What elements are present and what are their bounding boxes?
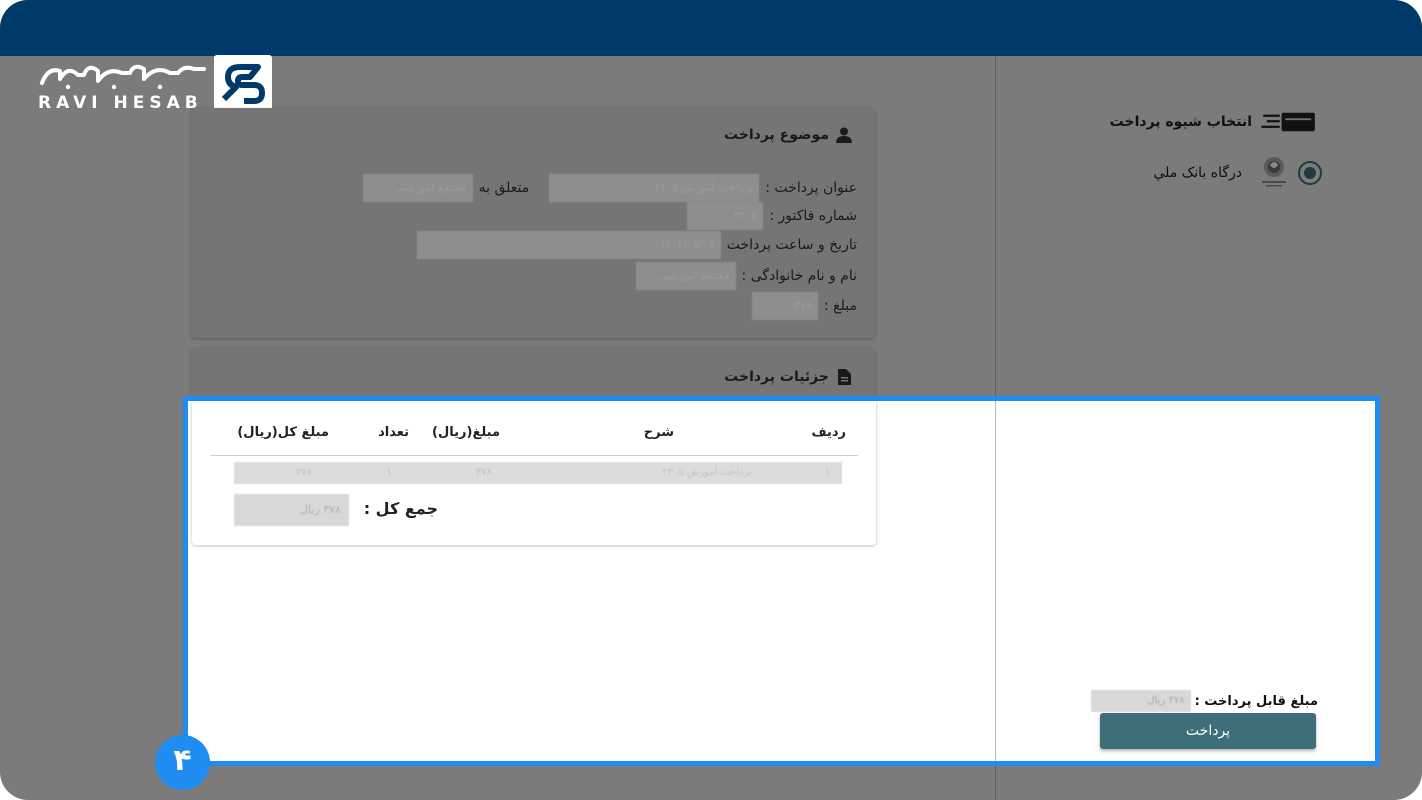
table-row: ۱ پرداخت آموزش ۲۴۰۵ ۳۷۸ ۱ ۳۷۸ [234, 462, 842, 484]
user-icon [836, 127, 852, 143]
subject-owner-value: مجتمع آموزشی [362, 174, 473, 202]
col-header-desc: شرح [643, 425, 674, 440]
app-frame: RAVI HESAB موضوع پرداخت عنوان پرداخت : پ… [0, 0, 1422, 800]
radio-selected-dot [1304, 167, 1316, 179]
payment-method-radio[interactable] [1298, 161, 1322, 185]
grand-total-value: ۳۷۸ ریال [234, 494, 349, 526]
payment-subject-card: موضوع پرداخت عنوان پرداخت : پرداخت آموزش… [191, 108, 875, 338]
payment-details-title: جزئیات پرداخت [724, 368, 853, 386]
col-header-row: ردیف [811, 425, 846, 440]
logo-mark-icon [214, 55, 272, 113]
payable-amount: مبلغ قابل پرداخت : ۳۷۸ ریال [1088, 690, 1318, 712]
col-header-total: مبلغ کل(ریال) [237, 425, 329, 440]
step-number-badge: ۴ [155, 735, 210, 790]
payable-amount-label: مبلغ قابل پرداخت : [1194, 693, 1318, 709]
bank-melli-logo-icon [1262, 157, 1286, 187]
brand-logo: RAVI HESAB [36, 55, 272, 115]
subject-row-title: عنوان پرداخت : پرداخت آموزش ۲۴۰۵ متعلق ب… [362, 174, 857, 202]
payment-method-title: انتخاب شیوه پرداخت [1106, 108, 1318, 136]
table-header-divider [210, 455, 858, 456]
subject-row-amount: مبلغ : ۳۷۸ [752, 292, 857, 320]
pay-button[interactable]: پرداخت [1100, 713, 1316, 749]
subject-row-datetime: تاریخ و ساعت پرداخت ۱۴۰۳/۰۵/۰۸ [416, 231, 857, 259]
col-header-qty: تعداد [378, 425, 409, 440]
payment-subject-title: موضوع پرداخت [724, 126, 853, 144]
invoice-number-value: ۲۴۰۵ [687, 202, 764, 230]
payable-amount-value: ۳۷۸ ریال [1090, 690, 1191, 712]
highlight-divider [995, 401, 996, 761]
payment-method-label: درگاه بانک ملي [1153, 165, 1242, 181]
top-bar [0, 0, 1422, 56]
amount-value: ۳۷۸ [752, 292, 819, 320]
subject-row-name: نام و نام خانوادگی : مجتمع آموزشی [635, 262, 857, 290]
payment-details-table-card: ردیف شرح مبلغ(ریال) تعداد مبلغ کل(ریال) … [192, 401, 876, 545]
document-icon [838, 369, 851, 385]
logo-persian-wordmark [40, 64, 206, 90]
card-speed-icon [1261, 112, 1315, 132]
subject-row-invoice: شماره فاکتور : ۲۴۰۵ [687, 202, 857, 230]
col-header-amount: مبلغ(ریال) [432, 425, 500, 440]
subject-title-value: پرداخت آموزش ۲۴۰۵ [549, 174, 760, 202]
datetime-value: ۱۴۰۳/۰۵/۰۸ [416, 231, 721, 259]
full-name-value: مجتمع آموزشی [635, 262, 736, 290]
logo-english-wordmark: RAVI HESAB [38, 93, 203, 113]
grand-total-label: جمع کل : [363, 499, 438, 518]
payment-method-option-melli[interactable]: درگاه بانک ملي [1126, 155, 1322, 191]
